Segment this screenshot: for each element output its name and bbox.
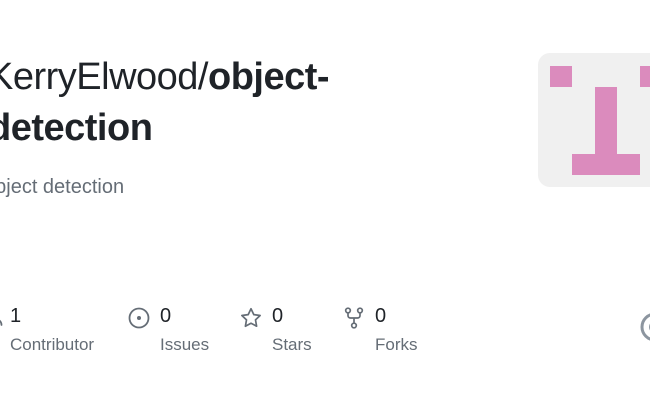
owner-avatar[interactable] [538, 53, 650, 187]
stars-label: Stars [272, 335, 312, 354]
repo-title[interactable]: KerryElwood/object- detection [0, 52, 408, 154]
stat-forks[interactable]: 0 Forks [342, 302, 442, 362]
stat-contributors[interactable]: 1 Contributor [0, 302, 116, 362]
stat-stars[interactable]: 0 Stars [239, 302, 329, 362]
forks-label: Forks [375, 335, 418, 354]
identicon-block [595, 87, 617, 154]
repo-name-part-1: object- [207, 56, 330, 98]
repo-social-card: KerryElwood/object- detection object det… [0, 0, 650, 400]
issues-label: Issues [160, 335, 210, 354]
issues-count: 0 [160, 305, 172, 327]
identicon-block [572, 154, 640, 175]
repo-description: object detection [0, 176, 125, 198]
stars-count: 0 [272, 305, 284, 327]
issue-opened-icon [128, 307, 150, 329]
contributors-label: Contributor [10, 335, 95, 354]
star-icon [241, 307, 261, 328]
identicon-block [640, 66, 650, 87]
people-icon [0, 319, 3, 326]
github-mark-icon [640, 313, 650, 341]
contributors-count: 1 [10, 305, 22, 327]
repo-name-part-2: detection [0, 107, 153, 149]
identicon-block [550, 66, 572, 87]
stat-issues[interactable]: 0 Issues [127, 302, 227, 362]
forks-count: 0 [375, 305, 387, 327]
repo-owner: KerryElwood/ [0, 56, 208, 98]
identicon-pattern [550, 66, 650, 175]
repo-forked-icon [344, 307, 364, 329]
